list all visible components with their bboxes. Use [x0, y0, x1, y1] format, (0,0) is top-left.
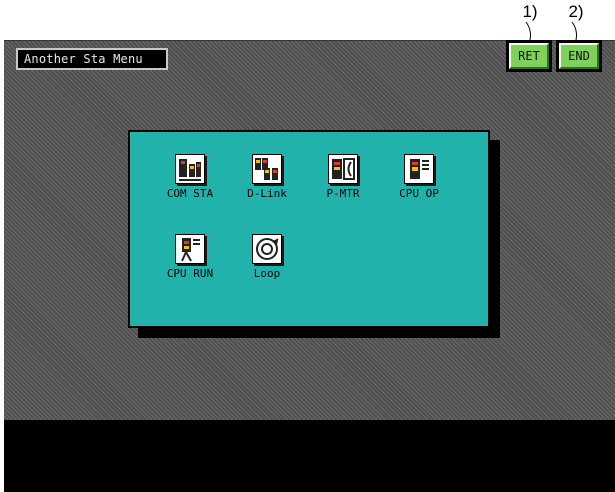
loop-icon	[252, 234, 282, 264]
bottom-bar	[4, 420, 615, 492]
menu-item-cpu-run[interactable]: CPU RUN	[158, 234, 222, 280]
menu-item-label: CPU OP	[399, 187, 439, 200]
p-mtr-icon	[328, 154, 358, 184]
menu-item-label: COM STA	[166, 187, 214, 200]
menu-item-label: D-Link	[247, 187, 287, 200]
end-button[interactable]: END	[556, 40, 602, 72]
com-sta-icon	[175, 154, 205, 184]
cpu-run-icon	[175, 234, 205, 264]
end-button-label: END	[559, 43, 599, 69]
menu-item-d-link[interactable]: D-Link	[235, 154, 299, 200]
menu-item-label: CPU RUN	[166, 267, 214, 280]
menu-item-p-mtr[interactable]: P-MTR	[311, 154, 375, 200]
menu-item-label: P-MTR	[326, 187, 360, 200]
ret-button-label: RET	[509, 43, 549, 69]
menu-item-label: Loop	[253, 267, 281, 280]
callout-leaders	[525, 21, 577, 41]
menu-item-com-sta[interactable]: COM STA	[158, 154, 222, 200]
cpu-op-icon	[404, 154, 434, 184]
d-link-icon	[252, 154, 282, 184]
menu-item-cpu-op[interactable]: CPU OP	[387, 154, 451, 200]
screen-title: Another Sta Menu	[16, 48, 168, 70]
ret-button[interactable]: RET	[506, 40, 552, 72]
menu-item-loop[interactable]: Loop	[235, 234, 299, 280]
